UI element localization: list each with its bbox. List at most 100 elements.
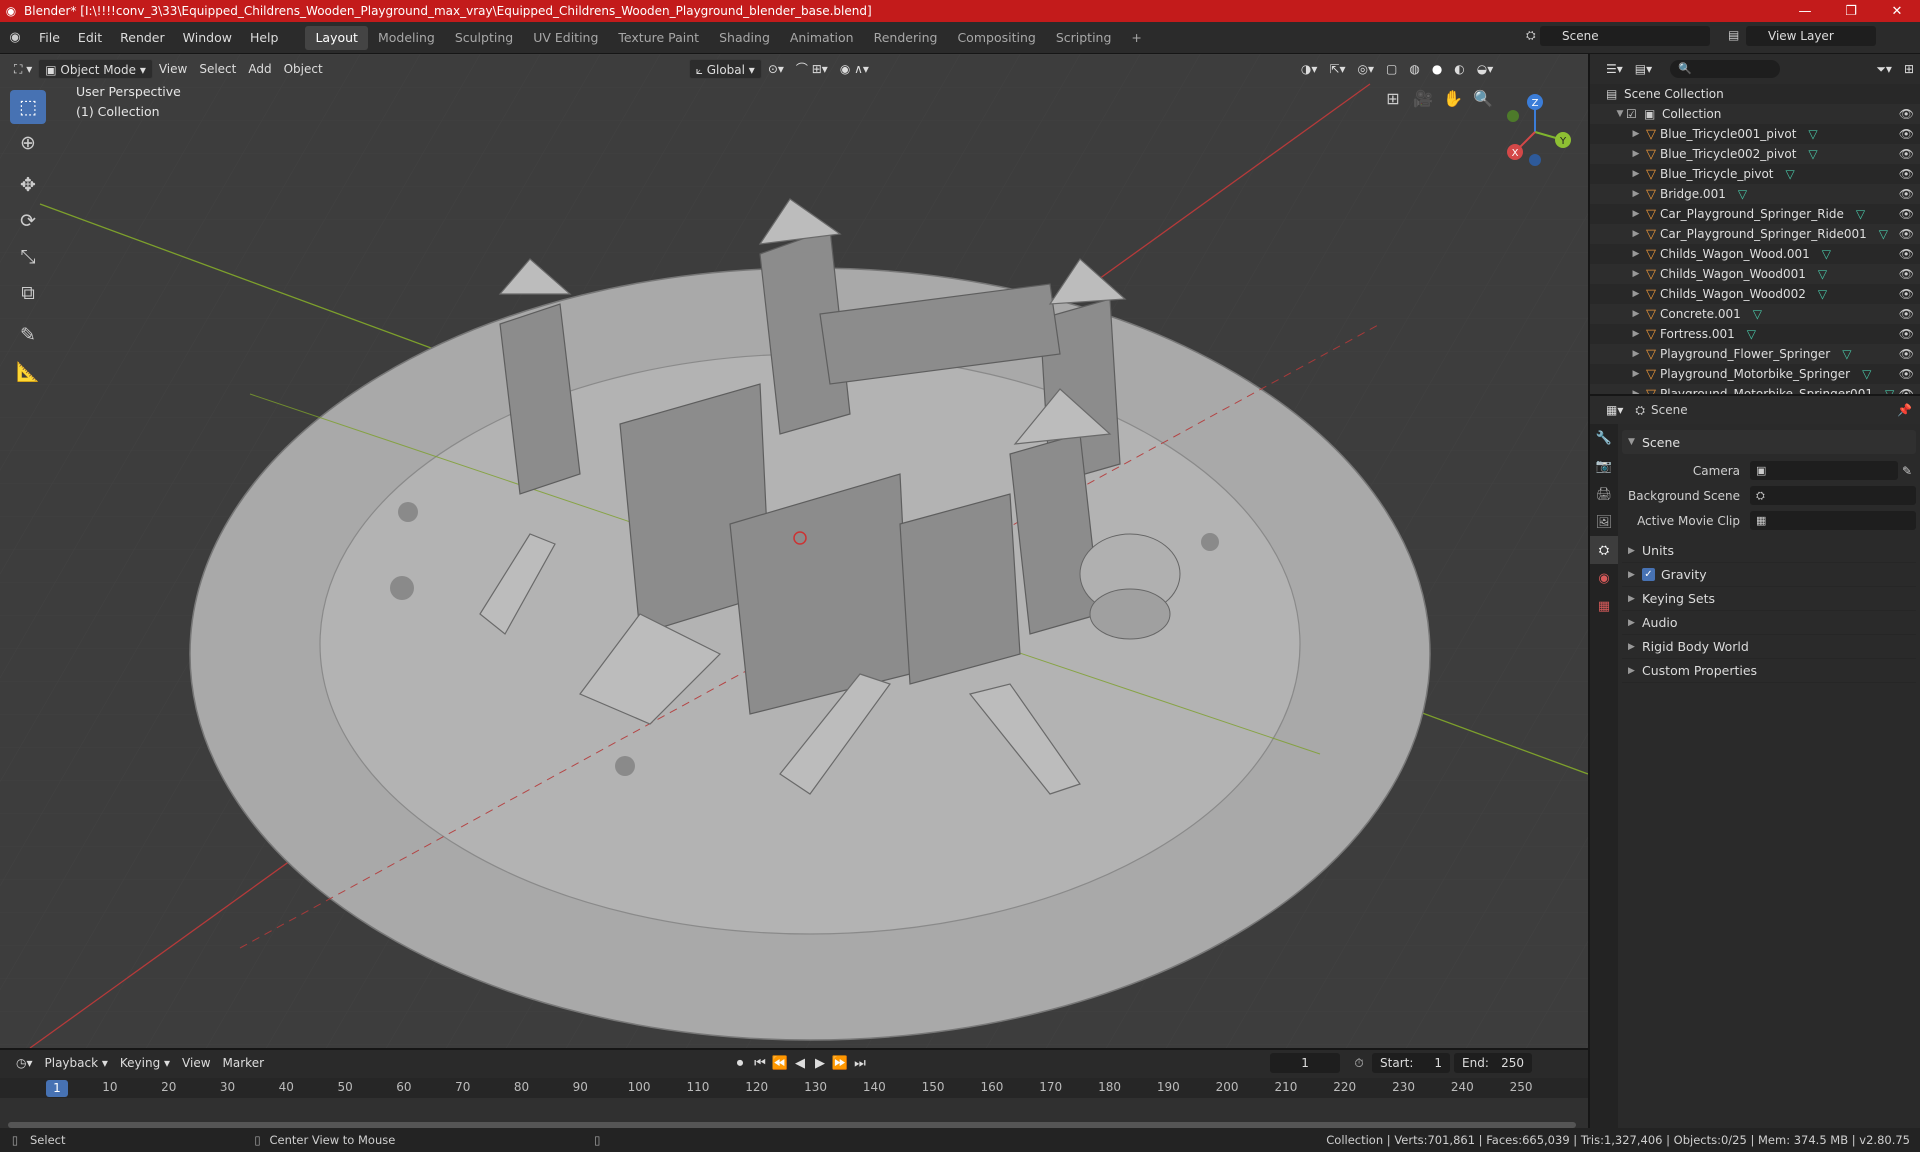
playhead[interactable]: 1 [46,1080,68,1097]
move-tool-icon[interactable]: ✥ [10,168,46,202]
expand-arrow-icon[interactable]: ▶ [1630,129,1642,139]
mesh-data-icon[interactable]: ▽ [1822,247,1831,261]
menu-select[interactable]: Select [193,59,242,79]
world-tab-icon[interactable]: ◉ [1590,564,1618,592]
outliner-editor-icon[interactable]: ☰▾ [1600,59,1629,79]
eye-icon[interactable]: 👁 [1899,327,1914,341]
camera-field[interactable]: ▣ [1750,461,1898,480]
3d-viewport[interactable]: ⛶ ▾ ▣ Object Mode ▾ View Select Add Obje… [0,54,1588,1048]
gravity-checkbox[interactable]: ✓ [1642,568,1655,581]
mesh-data-icon[interactable]: ▽ [1747,327,1756,341]
eye-icon[interactable]: 👁 [1899,207,1914,221]
menu-playback[interactable]: Playback ▾ [39,1053,114,1073]
menu-render[interactable]: Render [111,26,174,50]
outliner-scene-collection[interactable]: ▤ Scene Collection [1590,84,1920,104]
jump-start-icon[interactable]: ⏮ [750,1056,770,1071]
expand-arrow-icon[interactable]: ▶ [1630,189,1642,199]
eye-icon[interactable]: 👁 [1899,247,1914,261]
play-icon[interactable]: ▶ [810,1056,830,1071]
xray-icon[interactable]: ▢ [1380,59,1403,79]
record-icon[interactable]: ⏺ [730,1056,750,1071]
play-reverse-icon[interactable]: ◀ [790,1056,810,1071]
scene-panel-header[interactable]: ▼ Scene [1622,430,1916,454]
menu-keying[interactable]: Keying ▾ [114,1053,176,1073]
shading-wireframe-icon[interactable]: ◍ [1403,59,1425,79]
tab-uv-editing[interactable]: UV Editing [523,26,608,50]
outliner-item[interactable]: ▶ ▽ Childs_Wagon_Wood002 ▽ 👁 [1590,284,1920,304]
camera-view-icon[interactable]: 🎥 [1410,86,1436,112]
timeline-editor-icon[interactable]: ◷▾ [10,1053,39,1073]
expand-arrow-icon[interactable]: ▶ [1630,309,1642,319]
navigation-gizmo[interactable]: Z Y X [1495,90,1575,170]
close-button[interactable]: ✕ [1874,4,1920,19]
mesh-data-icon[interactable]: ▽ [1818,267,1827,281]
select-box-tool-icon[interactable]: ⬚ [10,90,46,124]
menu-object[interactable]: Object [278,59,329,79]
current-frame-field[interactable]: 1 [1270,1053,1341,1073]
zoom-icon[interactable]: 🔍 [1470,86,1496,112]
outliner-item[interactable]: ▶ ▽ Playground_Motorbike_Springer ▽ 👁 [1590,364,1920,384]
display-mode-icon[interactable]: ▤▾ [1629,59,1658,79]
texture-tab-icon[interactable]: ▦ [1590,592,1618,620]
tab-modeling[interactable]: Modeling [368,26,445,50]
tab-rendering[interactable]: Rendering [864,26,948,50]
checkbox-icon[interactable]: ☑ [1626,107,1644,121]
transform-orientation-dropdown[interactable]: ⟀ Global ▾ [688,59,762,79]
background-scene-field[interactable]: ⛭ [1750,486,1916,505]
view-layer-selector[interactable]: View Layer [1746,26,1876,46]
expand-arrow-icon[interactable]: ▶ [1630,169,1642,179]
eye-icon[interactable]: 👁 [1899,167,1914,181]
add-workspace-icon[interactable]: + [1121,26,1151,50]
outliner-item[interactable]: ▶ ▽ Blue_Tricycle001_pivot ▽ 👁 [1590,124,1920,144]
mesh-data-icon[interactable]: ▽ [1842,347,1851,361]
expand-arrow-icon[interactable]: ▶ [1630,229,1642,239]
mesh-data-icon[interactable]: ▽ [1786,167,1795,181]
outliner-item[interactable]: ▶ ▽ Car_Playground_Springer_Ride001 ▽ 👁 [1590,224,1920,244]
editor-type-icon[interactable]: ⛶ ▾ [8,59,38,79]
section-rigid-body-world[interactable]: ▶ Rigid Body World [1622,635,1916,659]
eye-icon[interactable]: 👁 [1899,147,1914,161]
tab-compositing[interactable]: Compositing [947,26,1045,50]
outliner-item[interactable]: ▶ ▽ Bridge.001 ▽ 👁 [1590,184,1920,204]
section-gravity[interactable]: ▶ ✓ Gravity [1622,563,1916,587]
eye-icon[interactable]: 👁 [1899,187,1914,201]
output-tab-icon[interactable]: 🖨 [1590,480,1618,508]
eyedropper-icon[interactable]: ✎ [1898,464,1916,478]
section-custom-properties[interactable]: ▶ Custom Properties [1622,659,1916,683]
eye-icon[interactable]: 👁 [1899,267,1914,281]
cursor-tool-icon[interactable]: ⊕ [10,126,46,160]
shading-material-icon[interactable]: ◐ [1448,59,1470,79]
pin-icon[interactable]: 📌 [1897,403,1920,417]
outliner-item[interactable]: ▶ ▽ Fortress.001 ▽ 👁 [1590,324,1920,344]
tab-layout[interactable]: Layout [305,25,368,50]
mesh-data-icon[interactable]: ▽ [1856,207,1865,221]
outliner-item[interactable]: ▶ ▽ Blue_Tricycle_pivot ▽ 👁 [1590,164,1920,184]
proportional-edit-icon[interactable]: ◉ ∧▾ [834,59,875,79]
maximize-button[interactable]: ❐ [1828,4,1874,19]
tab-sculpting[interactable]: Sculpting [445,26,523,50]
outliner-item[interactable]: ▶ ▽ Playground_Flower_Springer ▽ 👁 [1590,344,1920,364]
view-layer-tab-icon[interactable]: 🖼 [1590,508,1618,536]
menu-view[interactable]: View [153,59,193,79]
measure-tool-icon[interactable]: 📐 [10,354,46,388]
eye-icon[interactable]: 👁 [1899,307,1914,321]
eye-icon[interactable]: 👁 [1899,367,1914,381]
active-clip-field[interactable]: ▦ [1750,511,1916,530]
section-audio[interactable]: ▶ Audio [1622,611,1916,635]
tab-texture-paint[interactable]: Texture Paint [608,26,709,50]
render-tab-icon[interactable]: 📷 [1590,452,1618,480]
expand-arrow-icon[interactable]: ▶ [1630,149,1642,159]
section-units[interactable]: ▶ Units [1622,539,1916,563]
outliner-item[interactable]: ▶ ▽ Childs_Wagon_Wood001 ▽ 👁 [1590,264,1920,284]
outliner-collection[interactable]: ▼ ☑ ▣ Collection 👁 [1590,104,1920,124]
menu-window[interactable]: Window [174,26,241,50]
tool-tab-icon[interactable]: 🔧 [1590,424,1618,452]
menu-add[interactable]: Add [242,59,277,79]
frame-ruler[interactable]: 1 10 20 30 40 50 60 70 80 90 100 110 120 130 140 150 16… [0,1078,1588,1098]
menu-timeline-view[interactable]: View [176,1053,216,1073]
next-keyframe-icon[interactable]: ⏩ [830,1056,850,1071]
expand-arrow-icon[interactable]: ▶ [1630,209,1642,219]
properties-editor-icon[interactable]: ▦▾ [1600,400,1629,420]
menu-help[interactable]: Help [241,26,288,50]
mode-dropdown[interactable]: ▣ Object Mode ▾ [38,59,153,79]
